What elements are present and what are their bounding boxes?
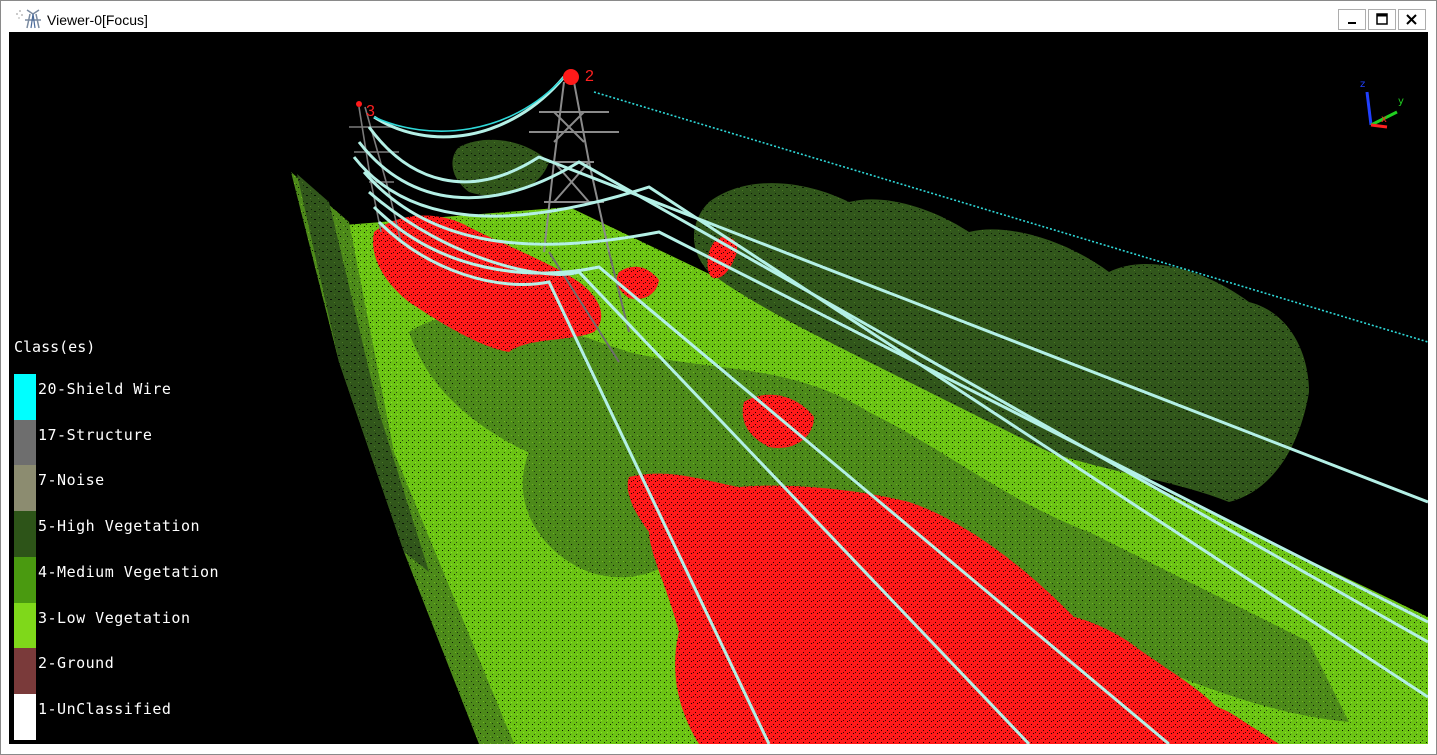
maximize-button[interactable] <box>1368 9 1396 30</box>
legend-label: 1-UnClassified <box>38 699 172 718</box>
legend-item[interactable]: 1-UnClassified <box>14 693 294 740</box>
marker-3-label: 3 <box>366 103 375 120</box>
legend-item[interactable]: 2-Ground <box>14 648 294 695</box>
maximize-icon <box>1376 13 1388 25</box>
close-button[interactable] <box>1398 9 1426 30</box>
legend-swatch <box>14 602 36 649</box>
high-vegetation-cluster <box>452 139 549 196</box>
legend-swatch <box>14 648 36 695</box>
legend-swatch <box>14 511 36 558</box>
axis-z-label: z <box>1360 79 1366 90</box>
legend-label: 4-Medium Vegetation <box>38 562 220 581</box>
legend-item[interactable]: 17-Structure <box>14 419 294 466</box>
axis-x-label: x <box>1381 114 1387 125</box>
legend-item[interactable]: 4-Medium Vegetation <box>14 556 294 603</box>
legend-label: 17-Structure <box>38 425 153 444</box>
legend-swatch <box>14 374 36 420</box>
legend-title: Class(es) <box>14 338 96 356</box>
legend-item[interactable]: 3-Low Vegetation <box>14 602 294 649</box>
legend-label: 5-High Vegetation <box>38 517 201 536</box>
close-icon <box>1406 14 1417 25</box>
point-cloud-viewport[interactable]: 2 3 z y x Class(es) 20-Shield Wire 17-Str… <box>9 32 1428 744</box>
legend-swatch <box>14 556 36 603</box>
legend-item[interactable]: 20-Shield Wire <box>14 374 294 420</box>
window-title: Viewer-0[Focus] <box>47 12 148 28</box>
marker-2-point[interactable] <box>563 69 579 85</box>
legend-label: 3-Low Vegetation <box>38 608 191 627</box>
minimize-icon <box>1348 22 1356 24</box>
legend-swatch <box>14 693 36 740</box>
legend-item[interactable]: 7-Noise <box>14 465 294 512</box>
axis-y-label: y <box>1398 96 1404 107</box>
app-icon <box>16 9 41 29</box>
marker-3-point[interactable] <box>356 101 362 107</box>
legend-label: 20-Shield Wire <box>38 380 172 398</box>
title-bar[interactable]: Viewer-0[Focus] <box>1 1 1436 32</box>
minimize-button[interactable] <box>1338 9 1366 30</box>
legend-swatch <box>14 419 36 466</box>
legend-swatch <box>14 465 36 512</box>
marker-2-label: 2 <box>585 68 594 85</box>
legend-item[interactable]: 5-High Vegetation <box>14 511 294 558</box>
viewer-window: Viewer-0[Focus] 2 3 z y x Class(es) 20-S… <box>0 0 1437 755</box>
legend-label: 7-Noise <box>38 471 105 490</box>
legend-label: 2-Ground <box>38 654 115 673</box>
